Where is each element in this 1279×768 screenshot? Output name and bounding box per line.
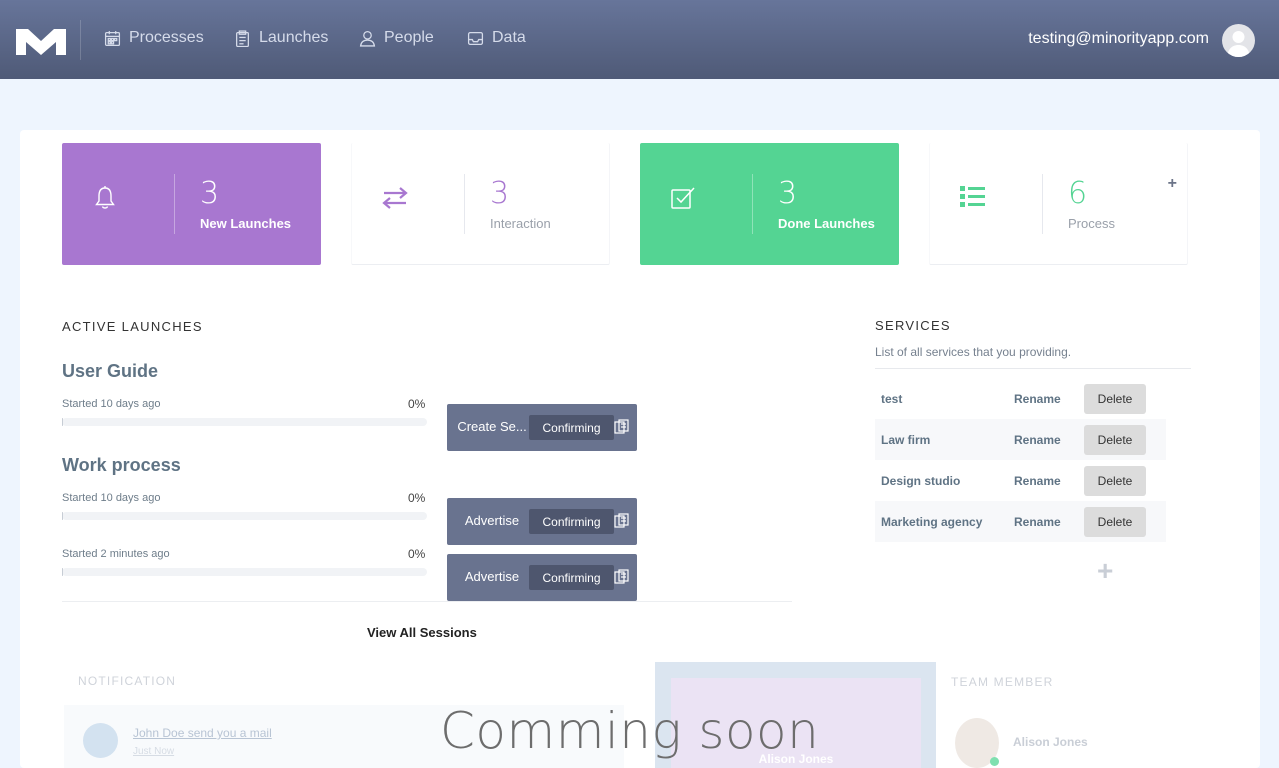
step-name: Create Se... <box>457 419 527 434</box>
nav-people[interactable]: People <box>359 29 434 47</box>
step-status: Confirming <box>529 415 614 440</box>
step-name: Advertise <box>464 513 520 528</box>
progress-bar <box>62 418 427 426</box>
launch-step-button[interactable]: Advertise Confirming <box>447 498 637 545</box>
nav-processes[interactable]: Processes <box>104 29 204 47</box>
launch-step-button[interactable]: Create Se... Confirming <box>447 404 637 451</box>
avatar-person-icon <box>1227 31 1250 57</box>
step-name: Advertise <box>464 569 520 584</box>
launch-percent: 0% <box>408 397 426 411</box>
add-process-button[interactable]: + <box>1168 175 1177 193</box>
rename-button[interactable]: Rename <box>1014 474 1061 488</box>
list-icon <box>960 186 985 207</box>
services-title: SERVICES <box>875 318 951 333</box>
nav-people-label: People <box>384 29 434 46</box>
active-launches-title: ACTIVE LAUNCHES <box>62 319 203 334</box>
service-name: Law firm <box>881 433 931 447</box>
stat-label: Done Launches <box>778 216 875 231</box>
logo-icon[interactable] <box>14 25 68 57</box>
launch-percent: 0% <box>408 491 426 505</box>
notification-avatar <box>83 723 118 758</box>
team-member-name: Alison Jones <box>1013 735 1088 749</box>
launch-step-button[interactable]: Advertise Confirming <box>447 554 637 601</box>
stat-value: 6 <box>1068 176 1088 211</box>
services-divider <box>875 368 1191 369</box>
stat-done-launches[interactable]: 3 Done Launches <box>640 143 899 265</box>
inbox-icon <box>467 31 484 45</box>
service-row: Design studio Rename Delete <box>875 460 1166 501</box>
user-email[interactable]: testing@minorityapp.com <box>1028 30 1209 48</box>
launch-started: Started 2 minutes ago <box>62 548 170 560</box>
service-name: Marketing agency <box>881 515 983 529</box>
stat-separator <box>1042 174 1043 234</box>
progress-bar <box>62 568 427 576</box>
view-all-sessions-link[interactable]: View All Sessions <box>367 625 477 640</box>
stat-value: 3 <box>490 176 510 211</box>
launch-started: Started 10 days ago <box>62 398 161 410</box>
stat-value: 3 <box>200 176 220 211</box>
nav-launches-label: Launches <box>259 29 329 46</box>
stat-separator <box>464 174 465 234</box>
user-avatar[interactable] <box>1222 24 1255 57</box>
copy-icon[interactable] <box>614 513 629 529</box>
service-name: Design studio <box>881 474 961 488</box>
exchange-icon <box>382 187 408 209</box>
stat-value: 3 <box>778 176 798 211</box>
section-divider <box>62 601 792 602</box>
delete-button[interactable]: Delete <box>1084 384 1146 414</box>
stat-label: Process <box>1068 216 1115 231</box>
step-status: Confirming <box>529 509 614 534</box>
copy-icon[interactable] <box>614 419 629 435</box>
stat-new-launches[interactable]: 3 New Launches <box>62 143 321 265</box>
service-row: test Rename Delete <box>875 378 1166 419</box>
nav-launches[interactable]: Launches <box>234 29 328 47</box>
stat-process[interactable]: 6 Process + <box>929 143 1188 265</box>
service-row: Law firm Rename Delete <box>875 419 1166 460</box>
top-navbar: Processes Launches People Data testing@m… <box>0 0 1279 79</box>
launch-percent: 0% <box>408 547 426 561</box>
stat-label: Interaction <box>490 216 551 231</box>
launch-started: Started 10 days ago <box>62 492 161 504</box>
calendar-icon <box>104 30 121 46</box>
copy-icon[interactable] <box>614 569 629 585</box>
add-service-button[interactable]: + <box>1097 555 1113 587</box>
launch-title[interactable]: Work process <box>62 455 181 476</box>
nav-data-label: Data <box>492 29 526 46</box>
stat-interaction[interactable]: 3 Interaction <box>351 143 610 265</box>
launch-title[interactable]: User Guide <box>62 361 158 382</box>
person-icon <box>359 30 376 47</box>
rename-button[interactable]: Rename <box>1014 392 1061 406</box>
rename-button[interactable]: Rename <box>1014 515 1061 529</box>
check-square-icon <box>671 187 695 209</box>
service-name: test <box>881 392 903 406</box>
stat-label: New Launches <box>200 216 292 231</box>
bell-icon <box>95 186 115 209</box>
logo-divider <box>80 20 81 60</box>
clipboard-icon <box>236 29 249 47</box>
rename-button[interactable]: Rename <box>1014 433 1061 447</box>
service-row: Marketing agency Rename Delete <box>875 501 1166 542</box>
notification-title: NOTIFICATION <box>78 674 177 688</box>
delete-button[interactable]: Delete <box>1084 507 1146 537</box>
stat-separator <box>174 174 175 234</box>
nav-data[interactable]: Data <box>467 29 526 47</box>
coming-soon-overlay: Comming soon <box>440 702 820 760</box>
services-subtitle: List of all services that you providing. <box>875 345 1072 359</box>
delete-button[interactable]: Delete <box>1084 466 1146 496</box>
notification-text: John Doe send you a mail <box>133 726 272 740</box>
nav-processes-label: Processes <box>129 29 204 46</box>
step-status: Confirming <box>529 565 614 590</box>
team-member-title: TEAM MEMBER <box>951 675 1054 689</box>
delete-button[interactable]: Delete <box>1084 425 1146 455</box>
progress-bar <box>62 512 427 520</box>
stat-separator <box>752 174 753 234</box>
online-status-dot <box>990 757 999 766</box>
notification-time: Just Now <box>133 746 175 757</box>
